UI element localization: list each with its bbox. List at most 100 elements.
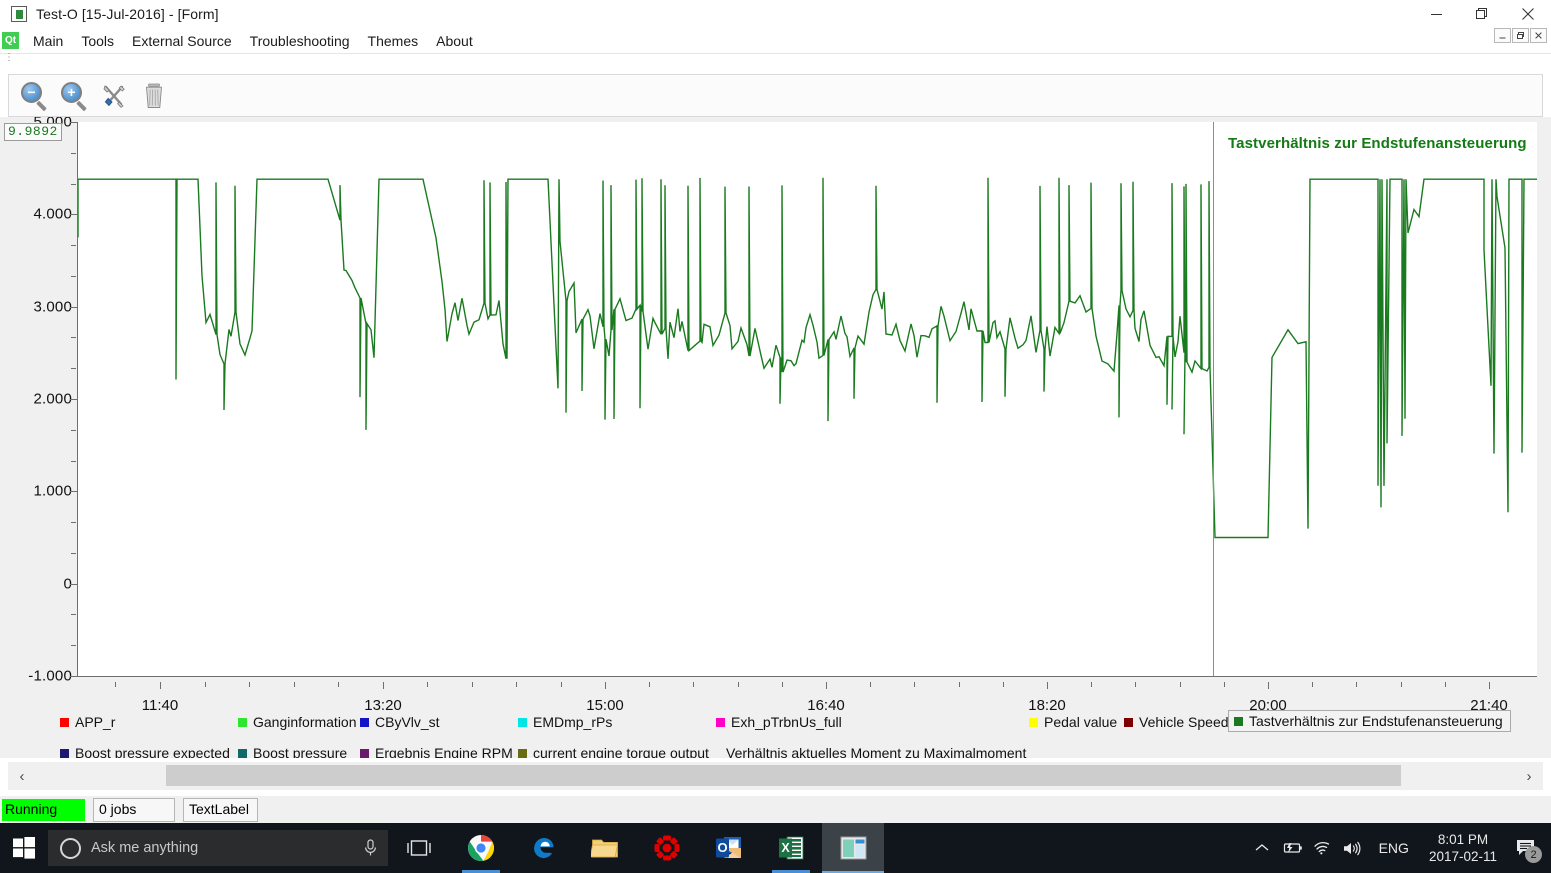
excel-icon[interactable]: X [760,823,822,873]
legend-color-swatch [1124,717,1133,727]
legend-item[interactable]: Vehicle Speed [1124,714,1229,730]
legend-color-swatch [360,748,369,758]
scroll-left-arrow-icon[interactable]: ‹ [8,762,36,790]
edge-icon[interactable] [512,823,574,873]
legend-item[interactable]: Ganginformation [238,714,357,730]
cursor-line[interactable] [1213,122,1214,676]
status-bar: Running 0 jobs TextLabel [0,796,1551,823]
y-axis-minor-tick [71,614,76,616]
legend-item[interactable]: Tastverhältnis zur Endstufenansteuerung [1228,710,1511,732]
legend-item-label: Boost pressure [253,745,348,758]
x-axis-minor-tick [914,682,916,687]
zoom-out-glyph: − [27,84,36,100]
legend-item[interactable]: current engine torque output [518,745,709,758]
y-axis-minor-tick [71,275,76,277]
zoom-in-icon[interactable]: + [59,81,89,111]
menu-item-about[interactable]: About [427,30,482,52]
legend-item[interactable]: EMDmp_rPs [518,714,612,730]
trash-icon[interactable] [139,81,169,111]
qt-app-icon[interactable] [822,823,884,873]
chevron-up-icon[interactable] [1247,823,1277,873]
microphone-icon[interactable] [363,838,378,858]
y-axis-tick [70,491,77,493]
legend-item-label: CByVlv_st [375,714,440,730]
legend-item-label: Exh_pTrbnUs_full [731,714,842,730]
y-axis-minor-tick [71,552,76,554]
close-button[interactable] [1505,0,1551,28]
x-axis-minor-tick [293,682,295,687]
windows-start-icon[interactable] [0,823,48,873]
legend-item-label: Ergebnis Engine RPM [375,745,513,758]
y-axis-tick-label: 1.000 [33,482,72,500]
legend-item[interactable]: Boost pressure [238,745,347,758]
x-axis-minor-tick [649,682,651,687]
legend-item[interactable]: Pedal value [1029,714,1117,730]
x-axis-tick [1268,682,1269,689]
legend-item-label: Tastverhältnis zur Endstufenansteuerung [1249,713,1503,729]
x-axis-minor-tick [1356,682,1358,687]
status-badge-running: Running [2,798,85,821]
scrollbar-track[interactable] [36,762,1515,790]
mdi-window-controls [1494,28,1547,43]
legend-item-label: Boost pressure expected [75,745,230,758]
legend-color-swatch [1234,716,1243,726]
volume-icon[interactable] [1337,823,1367,873]
toolbar-grip[interactable]: ⋮ [4,53,14,63]
chart-area: 5.0004.0003.0002.0001.0000-1.000 Tastver… [0,117,1551,758]
x-axis-minor-tick [338,682,340,687]
outlook-icon[interactable]: O [698,823,760,873]
x-axis-minor-tick [1002,682,1004,687]
mdi-close-button[interactable] [1530,28,1547,43]
menu-item-themes[interactable]: Themes [359,30,428,52]
minimize-button[interactable] [1413,0,1459,28]
x-axis-minor-tick [781,682,783,687]
legend-item[interactable]: Ergebnis Engine RPM [360,745,513,758]
menu-item-main[interactable]: Main [24,30,72,52]
system-tray: ENG 8:01 PM 2017-02-11 2 [1247,823,1551,873]
x-axis-minor-tick [204,682,206,687]
legend-item[interactable]: Exh_pTrbnUs_full [716,714,842,730]
svg-text:X: X [781,841,790,855]
legend-item[interactable]: Boost pressure expected [60,745,230,758]
horizontal-scrollbar[interactable]: ‹ › [8,762,1543,790]
tools-icon[interactable] [99,81,129,111]
search-input[interactable]: Ask me anything [48,830,388,866]
data-series-line [78,177,1537,539]
language-indicator[interactable]: ENG [1367,840,1421,856]
status-jobs-count: 0 jobs [93,797,175,822]
restore-button[interactable] [1459,0,1505,28]
x-axis-tick [1489,682,1490,689]
x-axis-minor-tick [1444,682,1446,687]
legend-item[interactable]: CByVlv_st [360,714,440,730]
scrollbar-thumb[interactable] [166,765,1401,786]
cortana-icon [60,837,81,859]
y-axis-tick-label: 4.000 [33,205,72,223]
application-window: Test-O [15-Jul-2016] - [Form] Qt Main To… [0,0,1551,873]
legend-item-label: Vehicle Speed [1139,714,1229,730]
mdi-minimize-button[interactable] [1494,28,1511,43]
task-view-icon[interactable] [388,823,450,873]
mdi-restore-button[interactable] [1512,28,1529,43]
file-explorer-icon[interactable] [574,823,636,873]
menu-item-external-source[interactable]: External Source [123,30,241,52]
x-axis-minor-tick [1091,682,1093,687]
red-app-icon[interactable] [636,823,698,873]
notifications-icon[interactable]: 2 [1505,823,1547,873]
title-bar: Test-O [15-Jul-2016] - [Form] [0,0,1551,28]
zoom-out-icon[interactable]: − [19,81,49,111]
scroll-right-arrow-icon[interactable]: › [1515,762,1543,790]
y-axis-minor-tick [71,245,76,247]
wifi-icon[interactable] [1307,823,1337,873]
menu-item-troubleshooting[interactable]: Troubleshooting [241,30,359,52]
battery-icon[interactable] [1277,823,1307,873]
legend-item[interactable]: APP_r [60,714,115,730]
plot-canvas[interactable]: Tastverhältnis zur Endstufenansteuerung [77,122,1537,677]
legend-item[interactable]: Verhältnis aktuelles Moment zu Maximalmo… [726,745,1026,758]
clock-time: 8:01 PM [1437,832,1489,847]
x-axis-minor-tick [1400,682,1402,687]
clock[interactable]: 8:01 PM 2017-02-11 [1421,831,1505,865]
chart-legend: APP_r Ganginformation CByVlv_st EMDmp_rPs Ex… [0,710,1551,758]
menu-item-tools[interactable]: Tools [72,30,123,52]
chrome-icon[interactable] [450,823,512,873]
legend-color-swatch [1029,717,1038,727]
